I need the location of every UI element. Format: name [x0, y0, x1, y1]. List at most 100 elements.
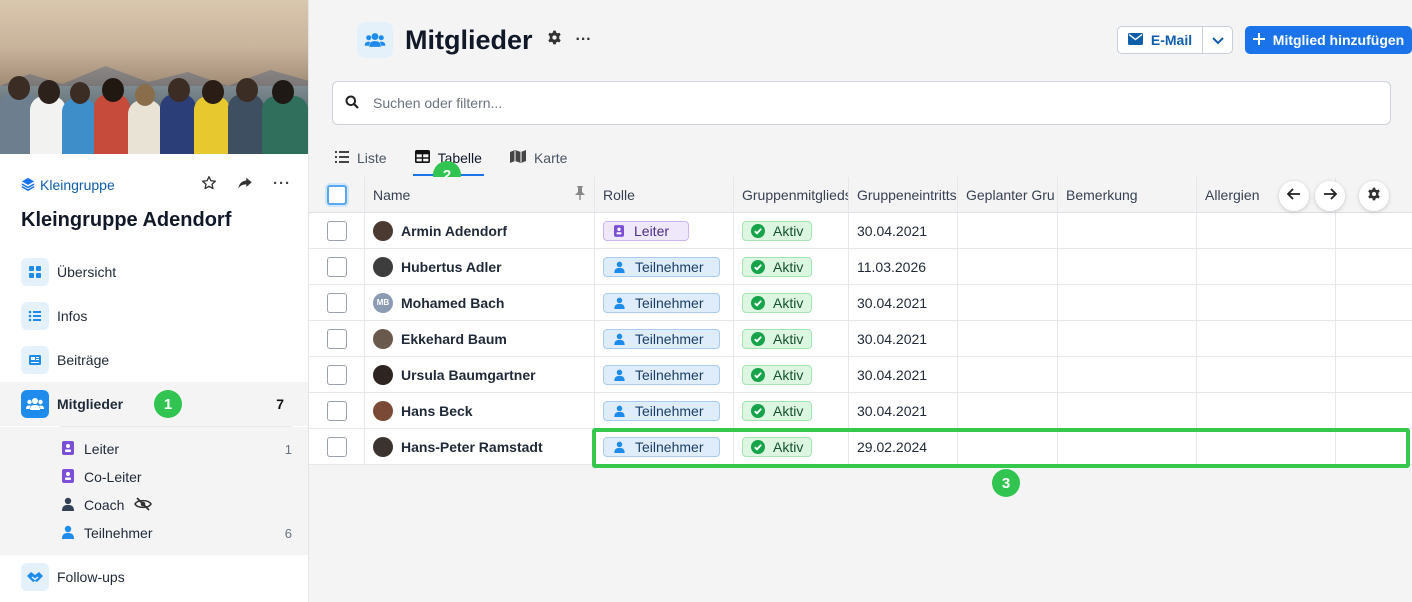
nav-item-beitraege[interactable]: Beiträge	[0, 338, 308, 382]
column-settings-button[interactable]	[1359, 181, 1389, 211]
add-member-button[interactable]: Mitglied hinzufügen	[1245, 26, 1412, 54]
status-text: Aktiv	[773, 294, 804, 311]
role-cell: Teilnehmer	[595, 321, 734, 356]
page-header: Mitglieder ···	[357, 22, 592, 58]
empty-cell[interactable]	[958, 249, 1058, 284]
role-label: Teilnehmer	[84, 525, 153, 541]
empty-cell[interactable]	[958, 393, 1058, 428]
empty-cell[interactable]	[958, 285, 1058, 320]
row-checkbox[interactable]	[326, 328, 347, 349]
empty-cell[interactable]	[1336, 249, 1412, 284]
empty-cell[interactable]	[1058, 285, 1197, 320]
select-cell	[309, 357, 365, 392]
role-item-leiter[interactable]: Leiter 1	[62, 438, 292, 460]
empty-cell[interactable]	[1336, 213, 1412, 248]
table-row[interactable]: Hubertus Adler Teilnehmer Aktiv 11.03.20…	[309, 249, 1412, 285]
empty-cell[interactable]	[1336, 285, 1412, 320]
row-checkbox[interactable]	[326, 256, 347, 277]
more-icon[interactable]: ···	[273, 175, 291, 195]
column-header-name[interactable]: Name	[365, 177, 595, 212]
row-checkbox[interactable]	[326, 400, 347, 421]
name-cell[interactable]: Hans Beck	[365, 393, 595, 428]
table-row[interactable]: Hans Beck Teilnehmer Aktiv 30.04.2021	[309, 393, 1412, 429]
breadcrumb[interactable]: Kleingruppe	[21, 177, 115, 194]
scroll-left-button[interactable]	[1279, 181, 1309, 211]
empty-cell[interactable]	[1197, 321, 1336, 356]
scroll-right-button[interactable]	[1315, 181, 1345, 211]
name-cell[interactable]: MB Mohamed Bach	[365, 285, 595, 320]
empty-cell[interactable]	[1058, 393, 1197, 428]
empty-cell[interactable]	[1058, 249, 1197, 284]
empty-cell[interactable]	[1058, 357, 1197, 392]
empty-cell[interactable]	[1197, 285, 1336, 320]
status-badge: Aktiv	[742, 400, 813, 421]
column-header-bemerkung[interactable]: Bemerkung	[1058, 177, 1197, 212]
gear-icon[interactable]	[547, 30, 562, 50]
share-icon[interactable]	[237, 175, 253, 195]
page-title: Mitglieder	[405, 24, 533, 55]
column-header-status[interactable]: Gruppenmitglieds	[734, 177, 849, 212]
column-header-rolle[interactable]: Rolle	[595, 177, 734, 212]
empty-cell[interactable]	[1197, 357, 1336, 392]
nav-item-follow-ups[interactable]: Follow-ups	[0, 555, 308, 599]
empty-cell[interactable]	[958, 213, 1058, 248]
grid-icon	[21, 258, 49, 286]
arrow-left-icon	[1286, 187, 1301, 205]
tab-karte[interactable]: Karte	[508, 140, 569, 176]
date-cell: 11.03.2026	[849, 249, 958, 284]
search-input[interactable]	[373, 95, 1273, 111]
role-item-teilnehmer[interactable]: Teilnehmer 6	[62, 522, 292, 544]
empty-cell[interactable]	[1197, 249, 1336, 284]
table-row[interactable]: Ursula Baumgartner Teilnehmer Aktiv 30.0…	[309, 357, 1412, 393]
empty-cell[interactable]	[1058, 321, 1197, 356]
name-cell[interactable]: Armin Adendorf	[365, 213, 595, 248]
name-cell[interactable]: Hubertus Adler	[365, 249, 595, 284]
empty-cell[interactable]	[958, 357, 1058, 392]
leader-badge-icon	[614, 224, 624, 237]
name-cell[interactable]: Ursula Baumgartner	[365, 357, 595, 392]
nav-item-infos[interactable]: Infos	[0, 294, 308, 338]
role-text: Teilnehmer	[635, 366, 704, 383]
column-header-eintritt[interactable]: Gruppeneintritts	[849, 177, 958, 212]
empty-cell[interactable]	[1336, 357, 1412, 392]
star-icon[interactable]	[201, 175, 217, 195]
person-icon	[614, 261, 625, 273]
add-member-label: Mitglied hinzufügen	[1272, 32, 1405, 48]
sidebar: Kleingruppe ··· Kleingruppe Adendorf Übe…	[0, 0, 309, 602]
status-badge: Aktiv	[742, 256, 813, 277]
tab-liste[interactable]: Liste	[333, 140, 389, 176]
group-header-row: Kleingruppe ···	[21, 175, 291, 195]
tab-label: Karte	[533, 150, 568, 166]
table-row[interactable]: Ekkehard Baum Teilnehmer Aktiv 30.04.202…	[309, 321, 1412, 357]
more-icon[interactable]: ···	[576, 31, 592, 49]
nav-item-uebersicht[interactable]: Übersicht	[0, 250, 308, 294]
row-checkbox[interactable]	[326, 220, 347, 241]
email-dropdown-toggle[interactable]	[1203, 27, 1232, 53]
table-row[interactable]: MB Mohamed Bach Teilnehmer Aktiv 30.04.20…	[309, 285, 1412, 321]
role-item-coach[interactable]: Coach	[62, 494, 292, 516]
status-badge: Aktiv	[742, 292, 813, 313]
handshake-icon	[21, 563, 49, 591]
member-name: Hans-Peter Ramstadt	[401, 438, 543, 455]
row-checkbox[interactable]	[326, 292, 347, 313]
column-header-geplant[interactable]: Geplanter Gru	[958, 177, 1058, 212]
empty-cell[interactable]	[958, 321, 1058, 356]
empty-cell[interactable]	[1197, 213, 1336, 248]
pin-icon[interactable]	[574, 186, 586, 203]
table-row[interactable]: Armin Adendorf Leiter Aktiv 30.04.2021	[309, 213, 1412, 249]
status-text: Aktiv	[773, 366, 804, 383]
row-checkbox[interactable]	[326, 364, 347, 385]
name-cell[interactable]: Ekkehard Baum	[365, 321, 595, 356]
select-all-checkbox[interactable]	[326, 184, 347, 205]
empty-cell[interactable]	[1058, 213, 1197, 248]
empty-cell[interactable]	[1197, 393, 1336, 428]
row-checkbox[interactable]	[326, 436, 347, 457]
empty-cell[interactable]	[1336, 393, 1412, 428]
email-button[interactable]: E-Mail	[1118, 27, 1203, 53]
role-item-co-leiter[interactable]: Co-Leiter	[62, 466, 292, 488]
table-icon	[414, 150, 430, 166]
nav-label: Beiträge	[57, 352, 110, 368]
name-cell[interactable]: Hans-Peter Ramstadt	[365, 429, 595, 464]
empty-cell[interactable]	[1336, 321, 1412, 356]
role-badge: Teilnehmer	[603, 292, 720, 313]
